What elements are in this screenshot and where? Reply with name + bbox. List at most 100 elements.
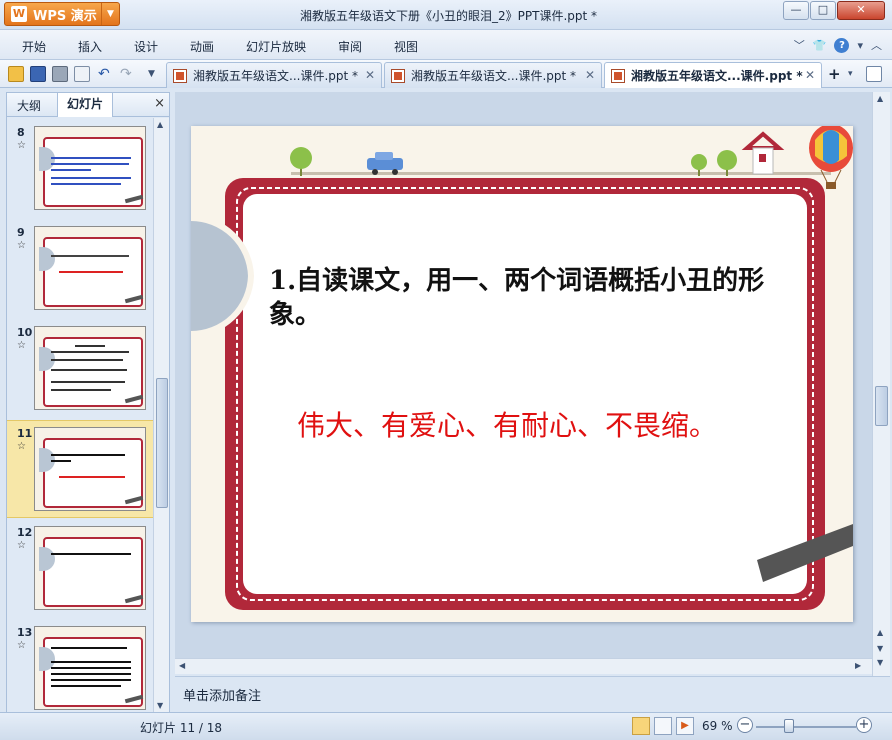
close-panel-icon[interactable]: × <box>154 96 165 111</box>
slide-preview <box>34 427 146 511</box>
slide-number: 8 <box>17 126 25 139</box>
notes-placeholder: 单击添加备注 <box>183 689 262 704</box>
scroll-down-icon[interactable]: ▼ <box>877 644 883 653</box>
close-window-button[interactable]: ✕ <box>837 1 885 20</box>
menu-view[interactable]: 视图 <box>394 38 418 55</box>
status-bar: 幻灯片 11 / 18 ▶ 69 % − + <box>0 712 892 740</box>
tab-document-3[interactable]: 湘教版五年级语文...课件.ppt * ✕ <box>604 62 822 88</box>
slide-number: 10 <box>17 326 33 339</box>
house-icon <box>741 131 785 150</box>
menu-review[interactable]: 审阅 <box>338 38 362 55</box>
zoom-out-icon[interactable]: − <box>737 717 753 733</box>
slide-number: 11 <box>17 427 33 440</box>
close-tab-icon[interactable]: ✕ <box>585 68 595 82</box>
menu-slideshow[interactable]: 幻灯片放映 <box>246 38 306 55</box>
scroll-left-icon[interactable]: ◀ <box>179 661 185 670</box>
slide-thumbnail-13[interactable]: 13 ☆ <box>7 620 153 712</box>
zoom-level[interactable]: 69 % <box>702 719 733 733</box>
menu-insert[interactable]: 插入 <box>78 38 102 55</box>
wps-logo-icon: W <box>11 6 27 22</box>
scrollbar-thumb[interactable] <box>875 386 888 426</box>
close-tab-icon[interactable]: ✕ <box>805 68 815 82</box>
animation-star-icon: ☆ <box>17 240 26 251</box>
slide-thumbnail-8[interactable]: 8 ☆ <box>7 120 153 218</box>
slide-preview <box>34 526 146 610</box>
ppt-file-icon <box>173 68 187 83</box>
notes-pane[interactable]: 单击添加备注 <box>175 676 890 710</box>
current-slide[interactable]: 1.自读课文，用一、两个词语概括小丑的形象。 伟大、有爱心、有耐心、不畏缩。 <box>191 126 853 622</box>
tab-label: 湘教版五年级语文...课件.ppt * <box>411 69 577 83</box>
animation-star-icon: ☆ <box>17 340 26 351</box>
slide-answer-text[interactable]: 伟大、有爱心、有耐心、不畏缩。 <box>297 408 817 444</box>
wps-app-menu-button[interactable]: W WPS 演示 ▼ <box>4 2 120 26</box>
normal-view-icon[interactable] <box>632 717 650 735</box>
thumbnail-scrollbar[interactable]: ▲ ▼ <box>153 118 169 712</box>
app-button-label: WPS 演示 <box>33 8 97 24</box>
slide-thumbnail-10[interactable]: 10 ☆ <box>7 320 153 418</box>
help-icon[interactable]: ? <box>834 37 850 53</box>
next-slide-icon[interactable]: ▼ <box>877 658 883 667</box>
tab-outline[interactable]: 大纲 <box>17 97 41 114</box>
new-tab-icon[interactable]: + <box>828 66 844 82</box>
title-bar: W WPS 演示 ▼ 湘教版五年级语文下册《小丑的眼泪_2》PPT课件.ppt … <box>0 0 892 30</box>
undo-icon[interactable]: ↶ <box>98 66 114 82</box>
slide-thumbnail-11[interactable]: 11 ☆ <box>7 420 153 518</box>
ribbon-collapse-icon[interactable]: ﹀ <box>794 37 805 53</box>
menu-design[interactable]: 设计 <box>134 38 158 55</box>
slideshow-play-icon[interactable]: ▶ <box>676 717 694 735</box>
close-tab-icon[interactable]: ✕ <box>365 68 375 82</box>
scroll-up-icon[interactable]: ▲ <box>157 120 163 129</box>
scroll-up-icon[interactable]: ▲ <box>877 94 883 103</box>
slide-number: 9 <box>17 226 25 239</box>
window-title: 湘教版五年级语文下册《小丑的眼泪_2》PPT课件.ppt * <box>300 9 598 23</box>
tab-list-icon[interactable]: ▾ <box>848 66 864 82</box>
ppt-file-icon <box>391 68 405 83</box>
slide-horizontal-scrollbar[interactable]: ◀ ▶ <box>175 658 872 674</box>
slide-panel: 大纲 幻灯片 × 8 ☆ 9 ☆ 10 ☆ 11 ☆ 12 ☆ 13 ☆ ▲ ▼ <box>6 92 170 712</box>
slide-thumbnail-list: 8 ☆ 9 ☆ 10 ☆ 11 ☆ 12 ☆ 13 ☆ <box>7 118 153 712</box>
menu-bar: 开始 插入 设计 动画 幻灯片放映 审阅 视图 ﹀ 👕 ? ▾ ︿ <box>0 30 892 60</box>
slide-vertical-scrollbar[interactable]: ▲ ▲ ▼ ▼ <box>872 92 890 676</box>
menu-right-tools: ﹀ 👕 ? ▾ ︿ <box>794 37 882 53</box>
chevron-down-icon[interactable]: ▼ <box>101 3 119 25</box>
slide-number: 12 <box>17 526 33 539</box>
slide-counter: 幻灯片 11 / 18 <box>140 721 223 735</box>
print-icon[interactable] <box>52 66 68 82</box>
slide-background <box>191 126 853 610</box>
skin-icon[interactable]: 👕 <box>813 39 827 52</box>
slide-preview <box>34 226 146 310</box>
maximize-button[interactable]: □ <box>810 1 836 20</box>
menu-home[interactable]: 开始 <box>22 38 46 55</box>
previous-slide-icon[interactable]: ▲ <box>877 628 883 637</box>
save-icon[interactable] <box>30 66 46 82</box>
print-preview-icon[interactable] <box>74 66 90 82</box>
open-folder-icon[interactable] <box>8 66 24 82</box>
tab-document-1[interactable]: 湘教版五年级语文...课件.ppt * ✕ <box>166 62 382 88</box>
scrollbar-thumb[interactable] <box>156 378 168 508</box>
slide-thumbnail-12[interactable]: 12 ☆ <box>7 520 153 618</box>
slide-thumbnail-9[interactable]: 9 ☆ <box>7 220 153 318</box>
window-mode-icon[interactable] <box>866 66 882 82</box>
menu-animation[interactable]: 动画 <box>190 38 214 55</box>
animation-star-icon: ☆ <box>17 441 26 452</box>
scroll-right-icon[interactable]: ▶ <box>855 661 861 670</box>
minimize-button[interactable]: — <box>783 1 809 20</box>
scroll-down-icon[interactable]: ▼ <box>157 701 163 710</box>
ribbon-toggle-icon[interactable]: ︿ <box>871 37 882 53</box>
help-dropdown-icon[interactable]: ▾ <box>857 39 863 52</box>
tab-document-2[interactable]: 湘教版五年级语文...课件.ppt * ✕ <box>384 62 602 88</box>
zoom-slider-track[interactable] <box>756 726 856 728</box>
ppt-file-icon <box>611 68 625 83</box>
slide-sorter-view-icon[interactable] <box>654 717 672 735</box>
animation-star-icon: ☆ <box>17 140 26 151</box>
zoom-slider-knob[interactable] <box>784 719 794 733</box>
animation-star-icon: ☆ <box>17 640 26 651</box>
customize-toolbar-icon[interactable]: ▼ <box>148 66 164 82</box>
tab-label: 湘教版五年级语文...课件.ppt * <box>193 69 359 83</box>
zoom-in-icon[interactable]: + <box>856 717 872 733</box>
slide-preview <box>34 326 146 410</box>
tree-icon <box>290 147 312 169</box>
tab-slides[interactable]: 幻灯片 <box>57 93 113 117</box>
redo-icon[interactable]: ↷ <box>120 66 136 82</box>
slide-question-text[interactable]: 1.自读课文，用一、两个词语概括小丑的形象。 <box>269 264 779 332</box>
